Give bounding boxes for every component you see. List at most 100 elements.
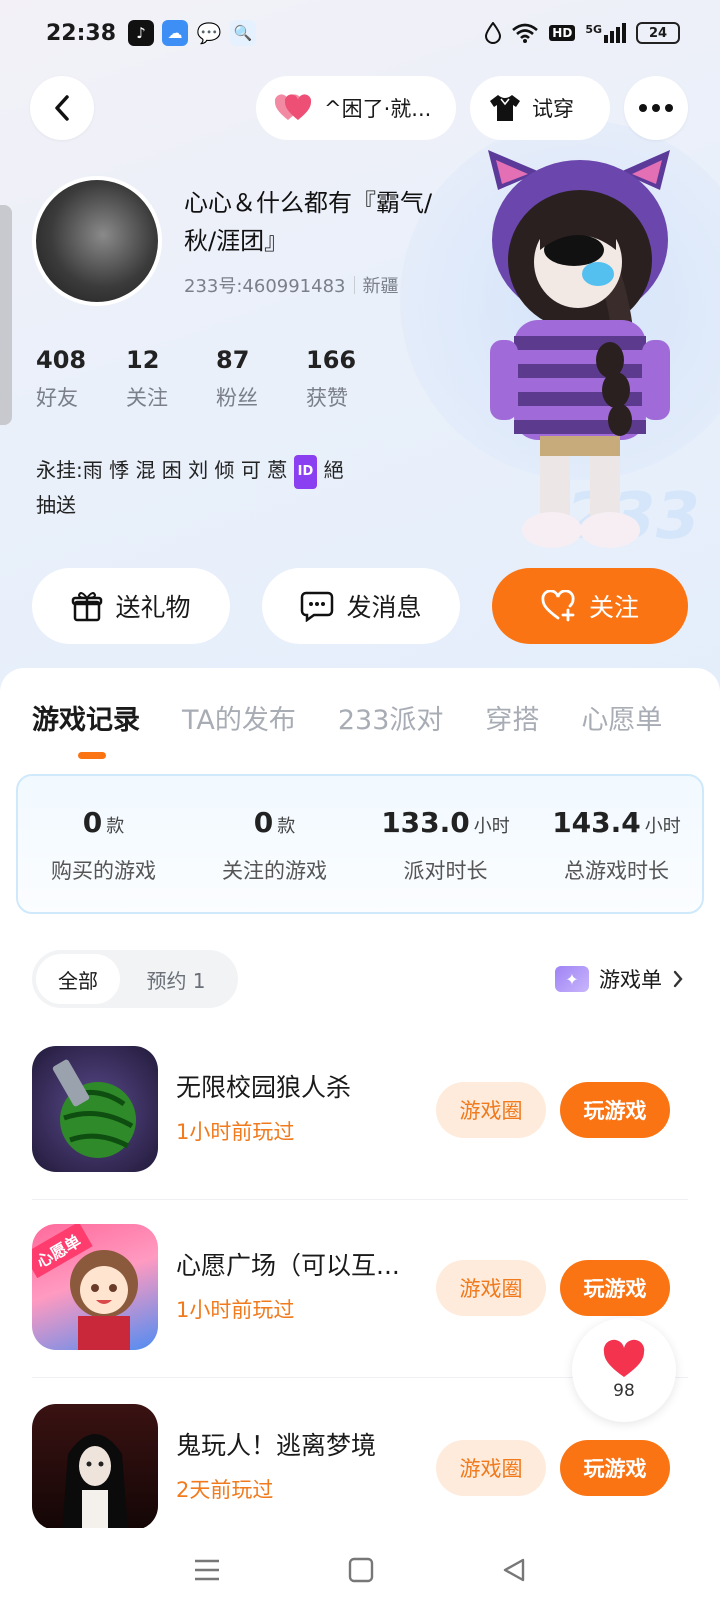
- game-circle-button[interactable]: 游戏圈: [436, 1440, 546, 1496]
- game-last-played: 2天前玩过: [176, 1478, 274, 1502]
- play-game-button[interactable]: 玩游戏: [560, 1440, 670, 1496]
- summary-label: 总游戏时长: [564, 859, 669, 883]
- battery-indicator: 24: [636, 22, 680, 44]
- follow-label: 关注: [588, 593, 639, 622]
- stat-fans[interactable]: 87 粉丝: [216, 346, 306, 412]
- tshirt-icon: [490, 95, 520, 121]
- game-list-label: 游戏单: [599, 968, 662, 992]
- stat-label: 好友: [36, 386, 78, 410]
- wechat-icon: 💬: [196, 21, 222, 45]
- follow-button[interactable]: 关注: [492, 568, 688, 644]
- filter-all[interactable]: 全部: [36, 954, 120, 1004]
- heart-icon: [603, 1339, 645, 1377]
- uid-separator: [353, 276, 355, 294]
- send-gift-label: 送礼物: [115, 593, 191, 622]
- profile-header-bar: ^困了·就... 试穿: [0, 76, 720, 140]
- send-gift-button[interactable]: 送礼物: [32, 568, 230, 644]
- floating-like-button[interactable]: 98: [572, 1318, 676, 1422]
- tab-wishlist[interactable]: 心愿单: [581, 698, 662, 737]
- summary-unit: 小时: [644, 816, 681, 837]
- sparkle-icon: ✦: [555, 966, 589, 992]
- filter-reserved[interactable]: 预约 1: [120, 954, 232, 1004]
- stat-likes[interactable]: 166 获赞: [306, 346, 396, 412]
- stat-value: 87: [216, 346, 250, 374]
- tab-233-party[interactable]: 233派对: [338, 698, 444, 737]
- back-triangle-icon[interactable]: [501, 1557, 527, 1583]
- summary-value: 143.4: [552, 806, 641, 839]
- hd-indicator: HD: [549, 25, 576, 41]
- play-game-button[interactable]: 玩游戏: [560, 1082, 670, 1138]
- stat-friends[interactable]: 408 好友: [36, 346, 126, 412]
- send-message-button[interactable]: 发消息: [262, 568, 460, 644]
- ghost-girl-icon: [62, 1434, 128, 1530]
- more-button[interactable]: [624, 76, 688, 140]
- back-button[interactable]: [30, 76, 94, 140]
- summary-value: 0: [82, 806, 103, 839]
- status-bar: 22:38 ♪ ☁ 💬 🔍 HD 5G 24: [0, 0, 720, 66]
- game-icon-watermelon[interactable]: [32, 1046, 158, 1172]
- tab-outfits[interactable]: 穿搭: [485, 698, 539, 737]
- group-pill-button[interactable]: ^困了·就...: [256, 76, 456, 140]
- game-title: 鬼玩人！逃离梦境: [176, 1431, 377, 1460]
- stat-value: 12: [126, 346, 160, 374]
- summary-total-game-time[interactable]: 143.4 小时 总游戏时长: [531, 776, 702, 912]
- avatar-3d-figure[interactable]: [470, 150, 700, 570]
- system-nav-bar: [0, 1528, 720, 1612]
- profile-tabs: 游戏记录 TA的发布 233派对 穿搭 心愿单: [32, 698, 704, 737]
- game-list-link[interactable]: ✦ 游戏单: [555, 964, 684, 994]
- home-square-icon[interactable]: [348, 1557, 374, 1583]
- stat-following[interactable]: 12 关注: [126, 346, 216, 412]
- summary-unit: 款: [277, 816, 296, 837]
- stat-label: 关注: [126, 386, 168, 410]
- tiktok-icon: ♪: [128, 20, 155, 46]
- game-list-item[interactable]: 鬼玩人！逃离梦境 2天前玩过 游戏圈 玩游戏: [32, 1404, 688, 1534]
- chat-bubble-icon: [301, 591, 334, 622]
- tab-game-records[interactable]: 游戏记录: [32, 698, 140, 737]
- play-game-button[interactable]: 玩游戏: [560, 1260, 670, 1316]
- game-list-item[interactable]: 无限校园狼人杀 1小时前玩过 游戏圈 玩游戏: [32, 1046, 688, 1200]
- heart-plus-icon: [541, 590, 575, 622]
- summary-party-duration[interactable]: 133.0 小时 派对时长: [360, 776, 531, 912]
- search-app-icon: 🔍: [230, 20, 257, 46]
- user-region: 新疆: [362, 276, 399, 297]
- stat-label: 获赞: [306, 386, 348, 410]
- water-drop-icon: [485, 22, 502, 44]
- user-stats: 408 好友 12 关注 87 粉丝 166 获赞: [36, 346, 396, 412]
- summary-value: 133.0: [381, 806, 470, 839]
- id-badge-icon: ID: [293, 455, 318, 489]
- summary-purchased-games[interactable]: 0款 购买的游戏: [18, 776, 189, 912]
- stat-value: 166: [306, 346, 357, 374]
- chevron-left-icon: [55, 95, 69, 121]
- wifi-icon: [512, 23, 539, 43]
- game-title: 心愿广场（可以互...: [176, 1251, 400, 1280]
- summary-label: 购买的游戏: [51, 859, 156, 883]
- bio-text-line2: 抽送: [36, 493, 76, 517]
- game-circle-button[interactable]: 游戏圈: [436, 1260, 546, 1316]
- game-title: 无限校园狼人杀: [176, 1073, 352, 1102]
- summary-unit: 小时: [473, 816, 510, 837]
- game-summary-card: 0款 购买的游戏 0款 关注的游戏 133.0 小时 派对时长 143.4 小时 总…: [16, 774, 704, 914]
- game-circle-button[interactable]: 游戏圈: [436, 1082, 546, 1138]
- status-time: 22:38: [46, 20, 117, 46]
- active-tab-indicator: [78, 752, 106, 759]
- user-name: 心心＆什么都有『霸气/秋/涯团』: [184, 189, 433, 255]
- send-message-label: 发消息: [346, 593, 422, 622]
- game-icon-ghost-escape[interactable]: [32, 1404, 158, 1530]
- stat-label: 粉丝: [216, 386, 258, 410]
- signal-icon: 5G: [585, 23, 626, 43]
- summary-label: 派对时长: [403, 859, 488, 883]
- edge-drawer-handle[interactable]: [0, 205, 12, 425]
- menu-icon[interactable]: [193, 1558, 221, 1582]
- profile-content-panel: 游戏记录 TA的发布 233派对 穿搭 心愿单 0款 购买的游戏 0款 关注的游…: [0, 668, 720, 1612]
- summary-value: 0: [253, 806, 274, 839]
- user-avatar[interactable]: [32, 176, 162, 306]
- game-icon-wish-plaza[interactable]: 心愿单: [32, 1224, 158, 1350]
- game-filter-toggle: 全部 预约 1: [32, 950, 238, 1008]
- watermelon-icon: [52, 1059, 136, 1158]
- try-on-button[interactable]: 试穿: [470, 76, 610, 140]
- user-id: 233号:460991483: [184, 276, 346, 297]
- summary-followed-games[interactable]: 0款 关注的游戏: [189, 776, 360, 912]
- chevron-right-icon: [673, 970, 683, 988]
- game-last-played: 1小时前玩过: [176, 1298, 295, 1322]
- tab-posts[interactable]: TA的发布: [182, 698, 296, 737]
